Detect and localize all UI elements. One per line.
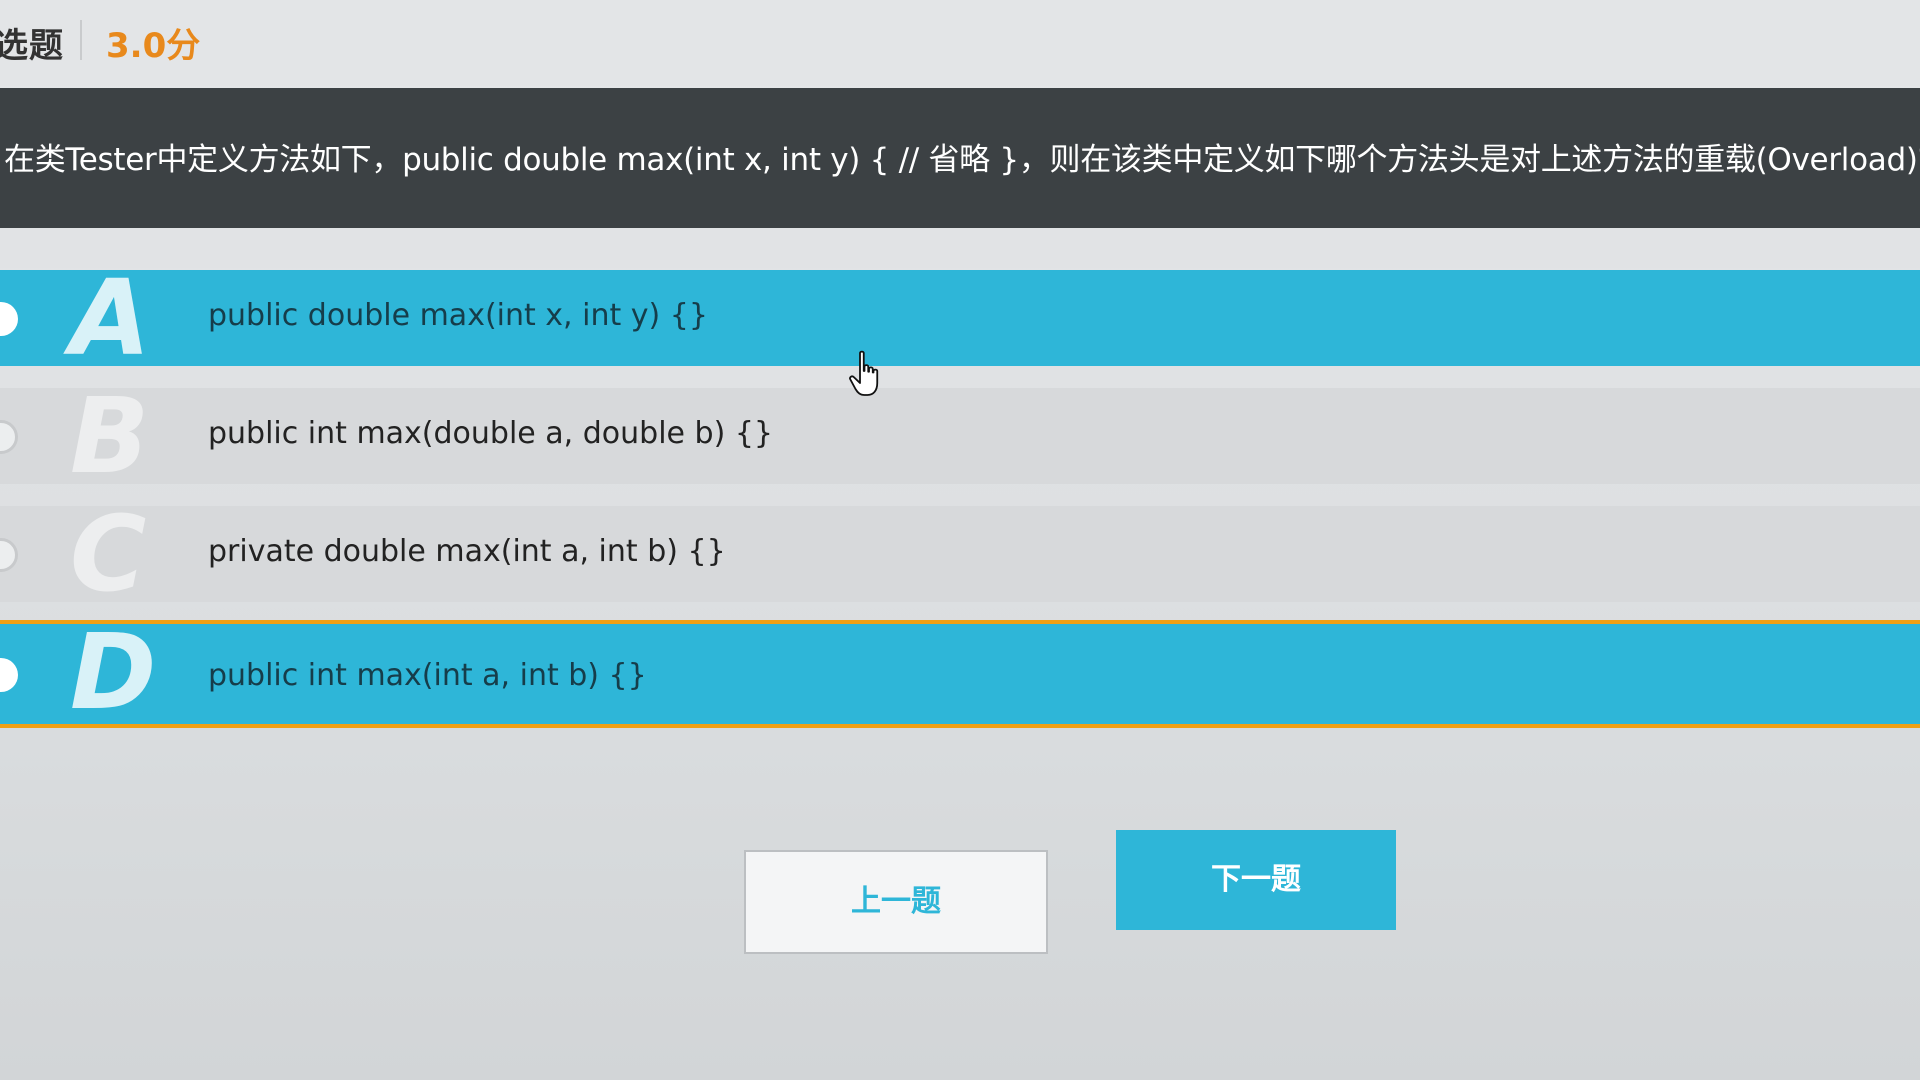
radio-icon[interactable] [0,658,18,692]
option-letter: A [70,257,151,379]
question-score: 3.0分 [106,26,201,66]
next-question-button[interactable]: 下一题 [1116,830,1396,930]
radio-icon[interactable] [0,420,18,454]
option-text: private double max(int a, int b) {} [208,534,726,569]
question-type-label: 选题 [0,26,64,66]
option-letter: C [70,493,147,615]
option-text: public int max(int a, int b) {} [208,658,647,693]
spacer [0,228,1920,268]
option-letter: D [70,611,157,733]
option-letter: B [70,375,150,497]
radio-icon[interactable] [0,538,18,572]
option-c[interactable]: C private double max(int a, int b) {} [0,493,1920,615]
question-text: 在类Tester中定义方法如下，public double max(int x,… [4,142,1920,178]
quiz-page: 选题 3.0分 在类Tester中定义方法如下，public double ma… [0,0,1920,1080]
option-d[interactable]: D public int max(int a, int b) {} [0,620,1920,728]
option-text: public double max(int x, int y) {} [208,298,708,333]
header-divider [80,20,82,60]
hand-pointer-icon [849,350,879,396]
option-a[interactable]: A public double max(int x, int y) {} [0,257,1920,379]
radio-icon[interactable] [0,302,18,336]
prev-question-button[interactable]: 上一题 [744,850,1048,954]
question-header: 选题 3.0分 [0,0,1920,86]
option-text: public int max(double a, double b) {} [208,416,773,451]
option-b[interactable]: B public int max(double a, double b) {} [0,375,1920,497]
question-band: 在类Tester中定义方法如下，public double max(int x,… [0,88,1920,228]
